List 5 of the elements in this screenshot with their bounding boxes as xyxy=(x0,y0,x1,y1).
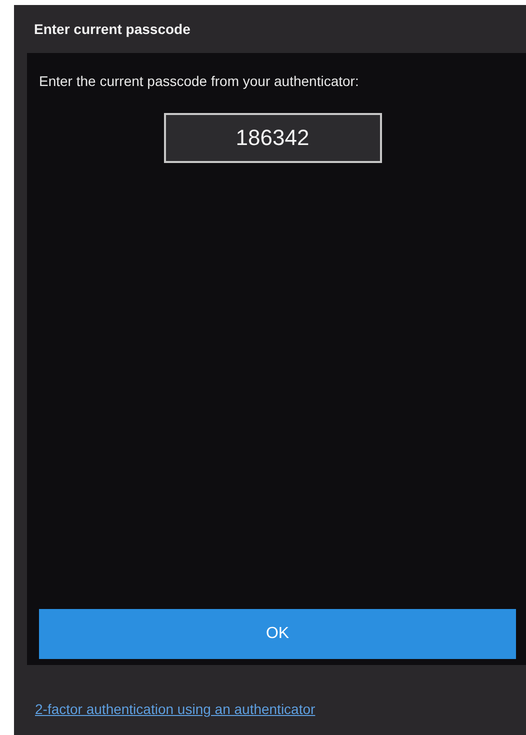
authenticator-help-link[interactable]: 2-factor authentication using an authenticator xyxy=(35,701,316,717)
instruction-text: Enter the current passcode from your authenticator: xyxy=(39,73,360,89)
passcode-field[interactable]: 186342 xyxy=(164,113,382,163)
dialog-title: Enter current passcode xyxy=(34,21,190,37)
ok-button[interactable]: OK xyxy=(39,609,516,659)
